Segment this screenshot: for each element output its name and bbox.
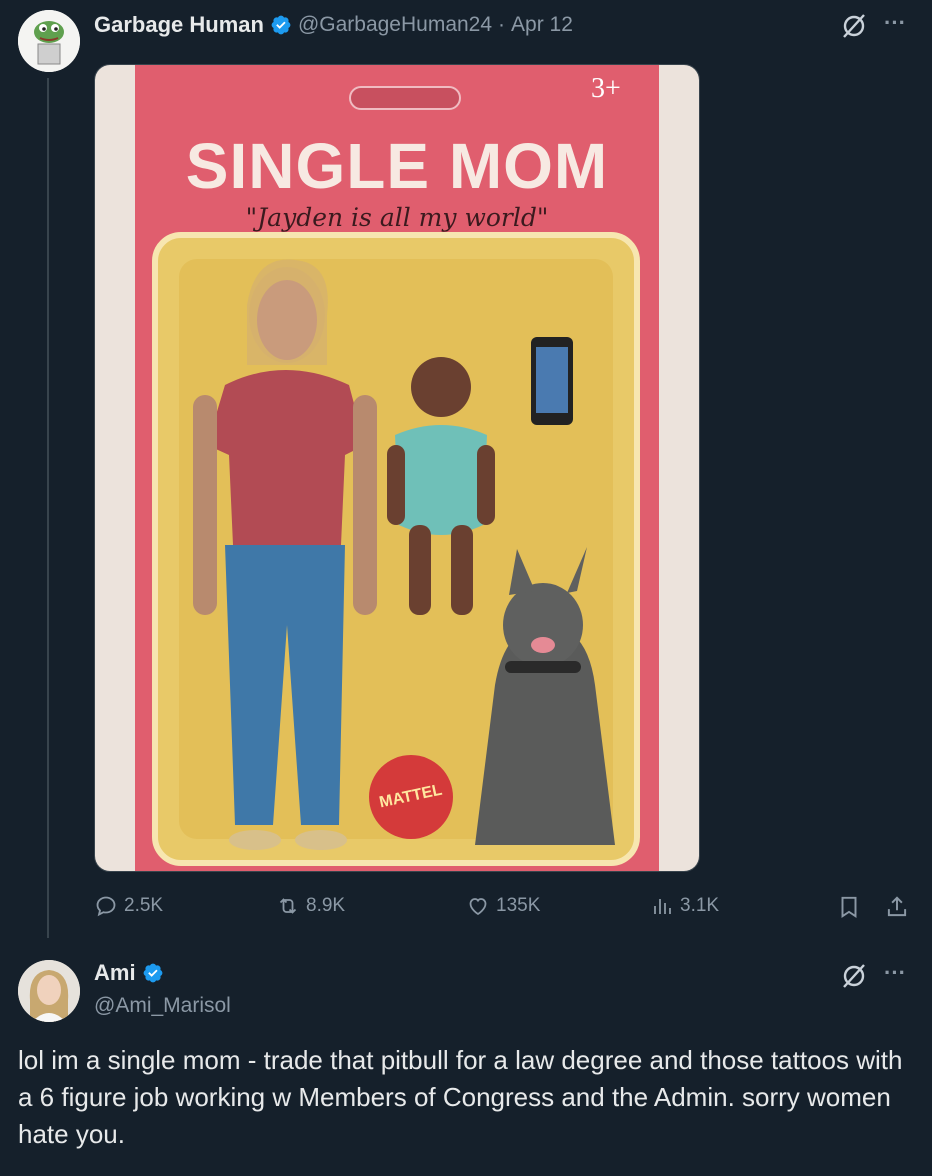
separator: · xyxy=(498,13,506,36)
reply-grok-button[interactable] xyxy=(840,962,868,990)
tweet-image[interactable]: 3+ SINGLE MOM "Jayden is all my world" M… xyxy=(94,64,700,872)
share-icon xyxy=(887,896,907,917)
grok-icon xyxy=(843,964,865,988)
brand-logo-text: MATTEL xyxy=(377,781,444,812)
views-icon xyxy=(654,899,671,914)
reply-header-name-row: Ami xyxy=(94,960,164,986)
repost-icon xyxy=(279,898,297,914)
reply-action[interactable]: 2.5K xyxy=(94,894,163,918)
grok-button[interactable] xyxy=(840,12,868,40)
reply-text: lol im a single mom - trade that pitbull… xyxy=(18,1045,903,1149)
bookmark-button[interactable] xyxy=(836,894,862,920)
bookmark-icon xyxy=(841,896,857,919)
thread-connector-line xyxy=(47,78,49,938)
display-name[interactable]: Garbage Human xyxy=(94,12,264,38)
grok-icon xyxy=(843,14,865,38)
reply-avatar[interactable] xyxy=(18,960,80,1022)
views-action[interactable]: 3.1K xyxy=(650,894,719,918)
views-count: 3.1K xyxy=(680,895,720,916)
like-count: 135K xyxy=(496,895,541,916)
reply-display-name[interactable]: Ami xyxy=(94,960,136,986)
avatar[interactable] xyxy=(18,10,80,72)
like-action[interactable]: 135K xyxy=(466,894,540,918)
package-title: SINGLE MOM xyxy=(185,130,609,202)
handle[interactable]: @GarbageHuman24 xyxy=(298,13,492,37)
tweet-header: Garbage Human @GarbageHuman24 · Apr 12 xyxy=(94,12,573,38)
brand-logo: MATTEL xyxy=(369,755,453,839)
timestamp[interactable]: Apr 12 xyxy=(511,13,573,37)
repost-count: 8.9K xyxy=(306,895,346,916)
verified-badge-icon xyxy=(143,963,162,983)
like-icon xyxy=(469,898,487,916)
reply-icon xyxy=(96,896,116,917)
age-label: 3+ xyxy=(591,73,621,104)
share-button[interactable] xyxy=(884,894,910,920)
verified-badge-icon xyxy=(271,15,291,35)
repost-action[interactable]: 8.9K xyxy=(276,894,345,918)
pepe-avatar-image xyxy=(18,10,80,72)
reply-handle[interactable]: @Ami_Marisol xyxy=(94,994,231,1018)
more-button[interactable]: ··· xyxy=(884,10,906,36)
reply-count: 2.5K xyxy=(124,895,164,916)
reply-more-button[interactable]: ··· xyxy=(884,960,906,986)
package-subtitle: "Jayden is all my world" xyxy=(245,203,549,232)
profile-photo xyxy=(18,960,80,1022)
